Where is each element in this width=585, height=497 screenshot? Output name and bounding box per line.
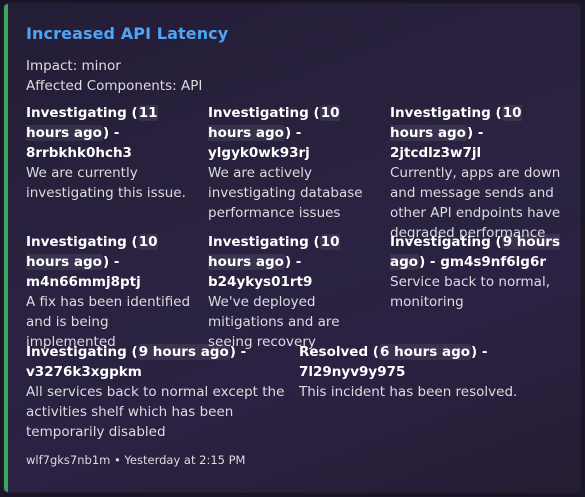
timestamp: 9 hours ago [137,344,230,360]
update-field-name: Investigating (9 hours ago) - v3276k3xgp… [26,344,247,380]
components-line: Affected Components: API [26,78,203,94]
update-field-name: Investigating (9 hours ago) - gm4s9nf6lg… [390,234,561,270]
update-field: Investigating (10 hours ago) - m4n66mmj8… [26,232,198,352]
update-field-value: All services back to normal except the a… [26,384,285,440]
update-field: Investigating (9 hours ago) - v3276k3xgp… [26,342,286,442]
update-field-name: Investigating (10 hours ago) - ylgyk0wk9… [208,105,340,161]
embed-footer: wlf7gks7nb1m • Yesterday at 2:15 PM [26,453,246,467]
update-field: Investigating (10 hours ago) - b24ykys01… [208,232,384,352]
update-field-name: Investigating (10 hours ago) - 2jtcdlz3w… [390,105,522,161]
update-field-name: Investigating (10 hours ago) - m4n66mmj8… [26,234,158,290]
update-field: Investigating (10 hours ago) - ylgyk0wk9… [208,103,380,223]
impact-line: Impact: minor [26,58,121,74]
embed-description: Impact: minor Affected Components: API [26,56,202,96]
update-field: Investigating (10 hours ago) - 2jtcdlz3w… [390,103,562,243]
update-field-value: We are currently investigating this issu… [26,165,186,201]
update-field: Investigating (11 hours ago) - 8rrbkhk0h… [26,103,194,203]
update-field-value: Currently, apps are down and message sen… [390,165,561,241]
incident-embed: Increased API Latency Impact: minor Affe… [4,4,580,492]
update-field-name: Resolved (6 hours ago) - 7l29nyv9y975 [299,344,488,380]
update-field: Investigating (9 hours ago) - gm4s9nf6lg… [390,232,562,312]
update-field-name: Investigating (11 hours ago) - 8rrbkhk0h… [26,105,158,161]
timestamp: 6 hours ago [378,344,472,360]
update-field-value: Service back to normal, monitoring [390,274,550,310]
update-field: Resolved (6 hours ago) - 7l29nyv9y975 Th… [299,342,574,402]
embed-title[interactable]: Increased API Latency [26,24,228,43]
update-field-value: This incident has been resolved. [299,384,518,400]
update-field-value: We are actively investigating database p… [208,165,363,221]
update-field-name: Investigating (10 hours ago) - b24ykys01… [208,234,340,290]
